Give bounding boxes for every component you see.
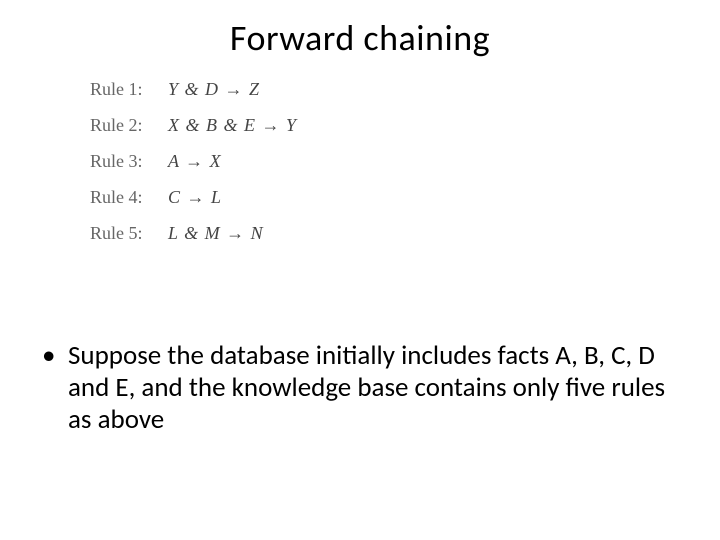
bullet-marker: •: [42, 340, 68, 436]
rule-label: Rule 4:: [90, 188, 168, 206]
slide-title: Forward chaining: [0, 16, 720, 60]
rule-body: X & B & E → Y: [168, 116, 297, 134]
bullet-list: • Suppose the database initially include…: [42, 340, 678, 436]
rule-body: C → L: [168, 188, 222, 206]
rule-row: Rule 4: C → L: [90, 188, 297, 206]
rule-body: Y & D → Z: [168, 80, 260, 98]
rule-label: Rule 2:: [90, 116, 168, 134]
rule-label: Rule 5:: [90, 224, 168, 242]
rule-row: Rule 2: X & B & E → Y: [90, 116, 297, 134]
slide: Forward chaining Rule 1: Y & D → Z Rule …: [0, 0, 720, 540]
rule-body: L & M → N: [168, 224, 264, 242]
bullet-item: • Suppose the database initially include…: [42, 340, 678, 436]
bullet-text: Suppose the database initially includes …: [68, 340, 678, 436]
rule-label: Rule 1:: [90, 80, 168, 98]
rule-row: Rule 1: Y & D → Z: [90, 80, 297, 98]
rule-row: Rule 5: L & M → N: [90, 224, 297, 242]
rule-body: A → X: [168, 152, 222, 170]
rules-list: Rule 1: Y & D → Z Rule 2: X & B & E → Y …: [90, 80, 297, 260]
rule-label: Rule 3:: [90, 152, 168, 170]
rule-row: Rule 3: A → X: [90, 152, 297, 170]
